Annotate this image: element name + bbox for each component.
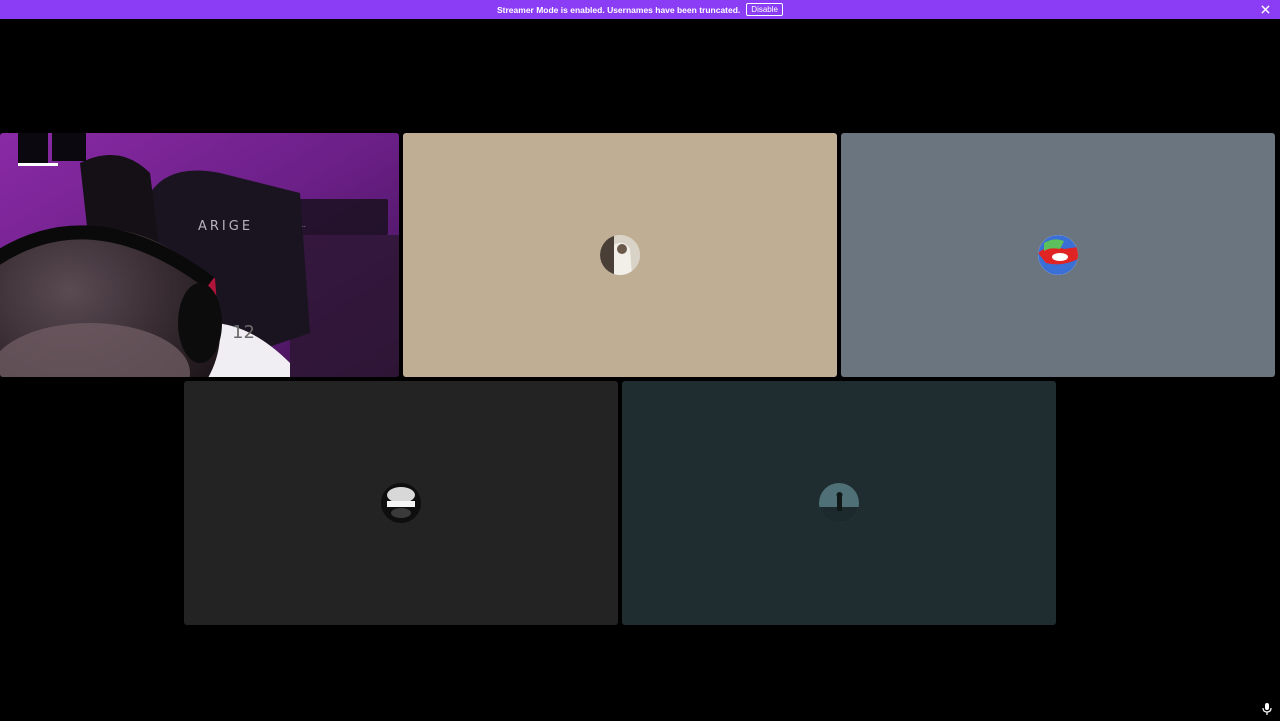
avatar — [600, 235, 640, 275]
avatar — [819, 483, 859, 523]
participant-tile[interactable] — [184, 381, 618, 625]
video-tile-camera[interactable]: ... ... ARIGE 12 — [0, 133, 399, 377]
chair-brand: ARIGE — [198, 219, 253, 234]
participant-tile[interactable] — [622, 381, 1056, 625]
streamer-mode-message: Streamer Mode is enabled. Usernames have… — [497, 5, 740, 15]
camera-feed: ... ... ARIGE 12 — [0, 133, 399, 377]
disable-streamer-mode-button[interactable]: Disable — [746, 3, 783, 16]
participant-tile[interactable] — [841, 133, 1275, 377]
streamer-mode-banner: Streamer Mode is enabled. Usernames have… — [0, 0, 1280, 19]
jersey-number: 12 — [232, 322, 255, 343]
participant-tile[interactable] — [403, 133, 837, 377]
close-icon[interactable] — [1259, 3, 1271, 15]
avatar — [1038, 235, 1078, 275]
microphone-icon[interactable] — [1261, 702, 1273, 716]
avatar — [381, 483, 421, 523]
